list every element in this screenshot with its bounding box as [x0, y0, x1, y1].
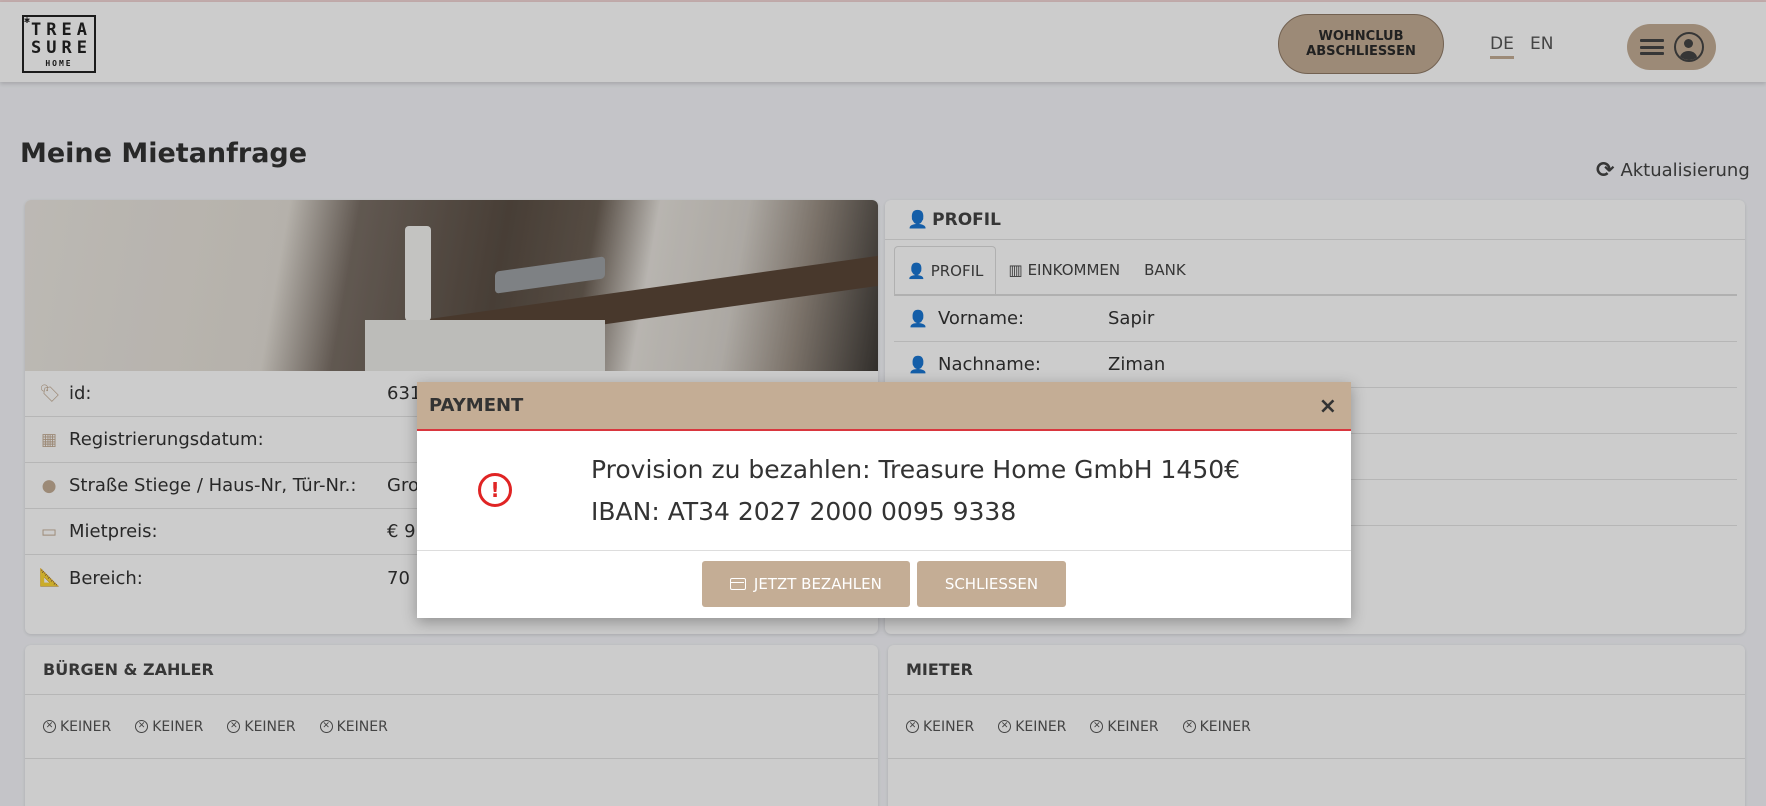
pay-now-label: JETZT BEZAHLEN	[753, 574, 882, 593]
payment-modal-footer: JETZT BEZAHLEN SCHLIESSEN	[417, 551, 1351, 616]
payment-message: Provision zu bezahlen: Treasure Home Gmb…	[591, 455, 1241, 526]
close-modal-button[interactable]: SCHLIESSEN	[916, 560, 1067, 607]
payment-modal-body: ! Provision zu bezahlen: Treasure Home G…	[417, 431, 1351, 551]
payment-modal-title: PAYMENT	[429, 395, 524, 416]
credit-card-icon	[729, 577, 746, 590]
pay-now-button[interactable]: JETZT BEZAHLEN	[701, 560, 910, 607]
close-icon[interactable]: ×	[1319, 394, 1337, 419]
close-modal-label: SCHLIESSEN	[944, 574, 1039, 593]
exclamation-circle-icon: !	[478, 473, 512, 507]
payment-modal: PAYMENT × ! Provision zu bezahlen: Treas…	[417, 382, 1351, 618]
payment-modal-header: PAYMENT	[417, 382, 1351, 431]
